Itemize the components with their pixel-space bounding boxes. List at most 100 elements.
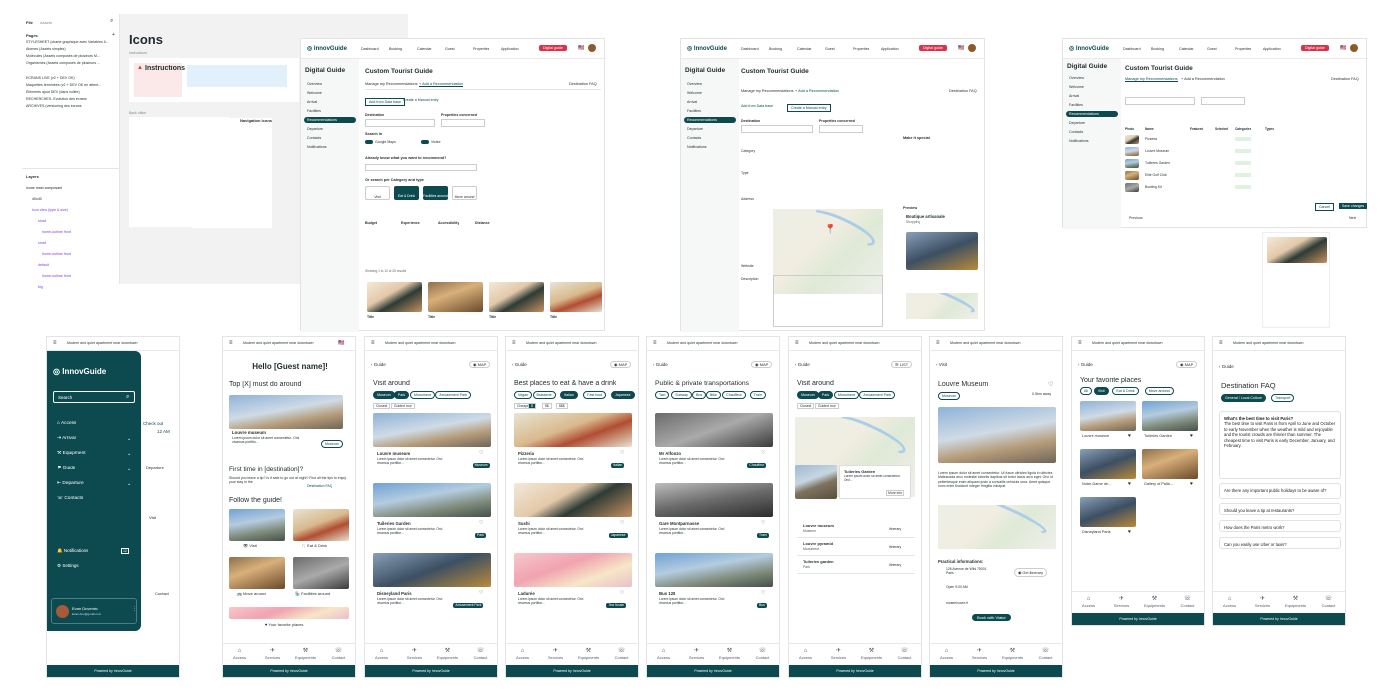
menu-icon[interactable]: ≡ — [795, 340, 799, 346]
place-name[interactable]: Louvre museum — [803, 523, 834, 528]
manual-entry-button[interactable]: Create a Manual entry — [787, 104, 831, 112]
brand-logo[interactable]: ◎ InnovGuide — [687, 45, 727, 52]
tab-manage[interactable]: Manage my Recommendations — [741, 89, 794, 93]
page-item[interactable]: Organismes (Assets composés de plusieurs… — [26, 61, 116, 65]
table-cell-name[interactable]: Tuileries Garden — [1145, 161, 1170, 165]
sidebar-item-overview[interactable]: Overview — [1066, 75, 1118, 81]
avatar[interactable] — [1350, 44, 1358, 52]
avatar[interactable] — [588, 44, 596, 52]
layer-item[interactable]: 40x40 — [32, 197, 42, 201]
tab-contact[interactable]: ☏ Contact — [1029, 648, 1062, 660]
table-cell-name[interactable]: Elite Golf Club — [1145, 173, 1167, 177]
sidebar-item-notifications[interactable]: Notifications — [684, 144, 736, 150]
chevron-down-icon[interactable]: ⌄ — [127, 451, 131, 457]
map-button[interactable]: ◉ MAP — [469, 361, 491, 368]
layer-item[interactable]: small — [38, 219, 46, 223]
filter-chip[interactable]: Bus — [692, 391, 707, 399]
assets-tab[interactable]: Assets — [40, 20, 52, 25]
tab-equipments[interactable]: ⚒ Equipments — [713, 648, 746, 660]
layer-item[interactable]: big — [38, 285, 43, 289]
back-button[interactable]: ‹ Guide — [371, 362, 386, 367]
tab-services[interactable]: ✈ Services — [963, 648, 996, 660]
filter-chip[interactable]: Park — [393, 391, 410, 399]
book-button[interactable]: Book with Viator — [972, 614, 1011, 621]
tab-access[interactable]: ⌂ Access — [647, 648, 680, 660]
nav-item-guest[interactable]: Guest — [445, 47, 455, 51]
detail-image[interactable] — [938, 407, 1056, 463]
price-chip[interactable]: $ — [528, 403, 536, 409]
sidebar-item-recommendations[interactable]: Recommendations — [1066, 111, 1118, 117]
filter-chip[interactable]: Eat & Drink — [1112, 387, 1139, 395]
tab-add[interactable]: + Add a Recommendation — [1181, 77, 1225, 81]
heart-icon[interactable]: ♥ — [1128, 529, 1131, 535]
tab-manage[interactable]: Manage my Recommendations — [365, 82, 418, 86]
back-button[interactable]: ‹ Visit — [936, 362, 947, 367]
filter-chip[interactable]: Move around — [1144, 387, 1174, 395]
nav-item-calendar[interactable]: Calendar — [417, 47, 432, 51]
favorite-image[interactable] — [1080, 497, 1136, 527]
tab-faq[interactable]: Destination FAQ — [1331, 77, 1359, 81]
place-image[interactable] — [514, 483, 632, 517]
tab-faq[interactable]: Destination FAQ — [949, 89, 977, 93]
tab-manage[interactable]: Manage my Recommendations — [1125, 77, 1178, 82]
heart-icon[interactable]: ♡ — [620, 590, 624, 596]
destination-select[interactable] — [1125, 97, 1195, 105]
add-db-button[interactable]: Add from Data base — [365, 98, 405, 106]
sidebar-item-overview[interactable]: Overview — [304, 81, 356, 87]
filter-chip[interactable]: Visit — [1093, 387, 1109, 395]
search-icon[interactable]: ⌕ — [110, 18, 113, 25]
fav-button[interactable]: ♥ Your favorite places — [263, 622, 306, 627]
filter-chip[interactable]: Fast food — [583, 391, 607, 399]
google-toggle[interactable] — [365, 140, 373, 144]
menu-icon[interactable]: ≡ — [1078, 340, 1082, 346]
tile-eat-image[interactable] — [293, 509, 349, 541]
place-name[interactable]: Louvre pyramid — [803, 541, 833, 546]
add-page-icon[interactable]: + — [112, 32, 115, 38]
heart-icon[interactable]: ♡ — [479, 450, 483, 456]
price-chip[interactable]: $$$ — [556, 403, 568, 409]
faq-item-open[interactable]: What's the best time to visit Paris? The… — [1219, 411, 1341, 479]
nav-item-booking[interactable]: Booking — [769, 47, 782, 51]
menu-icon[interactable]: ≡ — [229, 340, 233, 346]
save-button[interactable]: Save changes — [1339, 203, 1368, 209]
filter-chip[interactable]: Subway — [671, 391, 692, 399]
page-item[interactable]: Atomes (Assets simples) — [26, 47, 116, 51]
nav-item-dashboard[interactable]: Dashboard — [361, 47, 379, 51]
favorite-image[interactable] — [1142, 401, 1198, 431]
chip-transport[interactable]: Transport — [1271, 394, 1295, 402]
sidebar-item-notifications[interactable]: Notifications — [1066, 138, 1118, 144]
page-item[interactable]: ECRANS LIVE (v2 + DEV OK) — [26, 76, 116, 80]
filter-chip[interactable]: Japanese — [611, 391, 635, 399]
page-item[interactable]: ARCHIVES (versioning des écrans — [26, 104, 116, 108]
more-icon[interactable]: ⋮ — [132, 606, 137, 612]
notifications-item[interactable]: 🔔 Notifications — [57, 548, 88, 554]
sidebar-item-notifications[interactable]: Notifications — [304, 144, 356, 150]
page-item[interactable]: STYLESHEET (charte graphique avec Variab… — [26, 40, 116, 44]
nav-item-properties[interactable]: Properties — [473, 47, 489, 51]
itinerary-link[interactable]: Itinerary — [889, 527, 901, 531]
heart-icon[interactable]: ♡ — [479, 590, 483, 596]
menu-icon[interactable]: ≡ — [371, 340, 375, 346]
favorite-name[interactable]: Tuileries Garden — [1144, 434, 1172, 438]
menu-icon[interactable]: ≡ — [53, 340, 57, 346]
category-button[interactable]: Eat & Drink — [394, 186, 419, 200]
drawer-item-contacts[interactable]: ☏ Contacts — [57, 496, 83, 501]
tab-contact[interactable]: ☏ Contact — [1171, 596, 1204, 608]
page-item[interactable]: Éléments ajout DEV (dans voilée) — [26, 90, 116, 94]
table-cell-name[interactable]: Pizzeria — [1145, 137, 1157, 141]
drawer-item-arrival[interactable]: ⇥ Arrival — [57, 436, 76, 441]
table-cell-name[interactable]: Bowling Kit — [1145, 185, 1162, 189]
layer-item[interactable]: small — [38, 241, 46, 245]
sidebar-item-departure[interactable]: Departure — [1066, 120, 1118, 126]
tab-access[interactable]: ⌂ Access — [223, 648, 256, 660]
flag-icon[interactable]: 🇺🇸 — [578, 45, 584, 51]
recommend-search-input[interactable] — [365, 164, 477, 171]
properties-select[interactable] — [441, 119, 485, 127]
back-button[interactable]: ‹ Guide — [512, 362, 527, 367]
sidebar-item-welcome[interactable]: Welcome — [1066, 84, 1118, 90]
favorite-image[interactable] — [1080, 401, 1136, 431]
faq-item[interactable]: Are there any important public holidays … — [1219, 483, 1341, 499]
filter-chip[interactable]: Park — [817, 391, 834, 399]
sidebar-item-recommendations[interactable]: Recommendations — [304, 117, 356, 123]
heart-icon[interactable]: ♥ — [1190, 433, 1193, 439]
